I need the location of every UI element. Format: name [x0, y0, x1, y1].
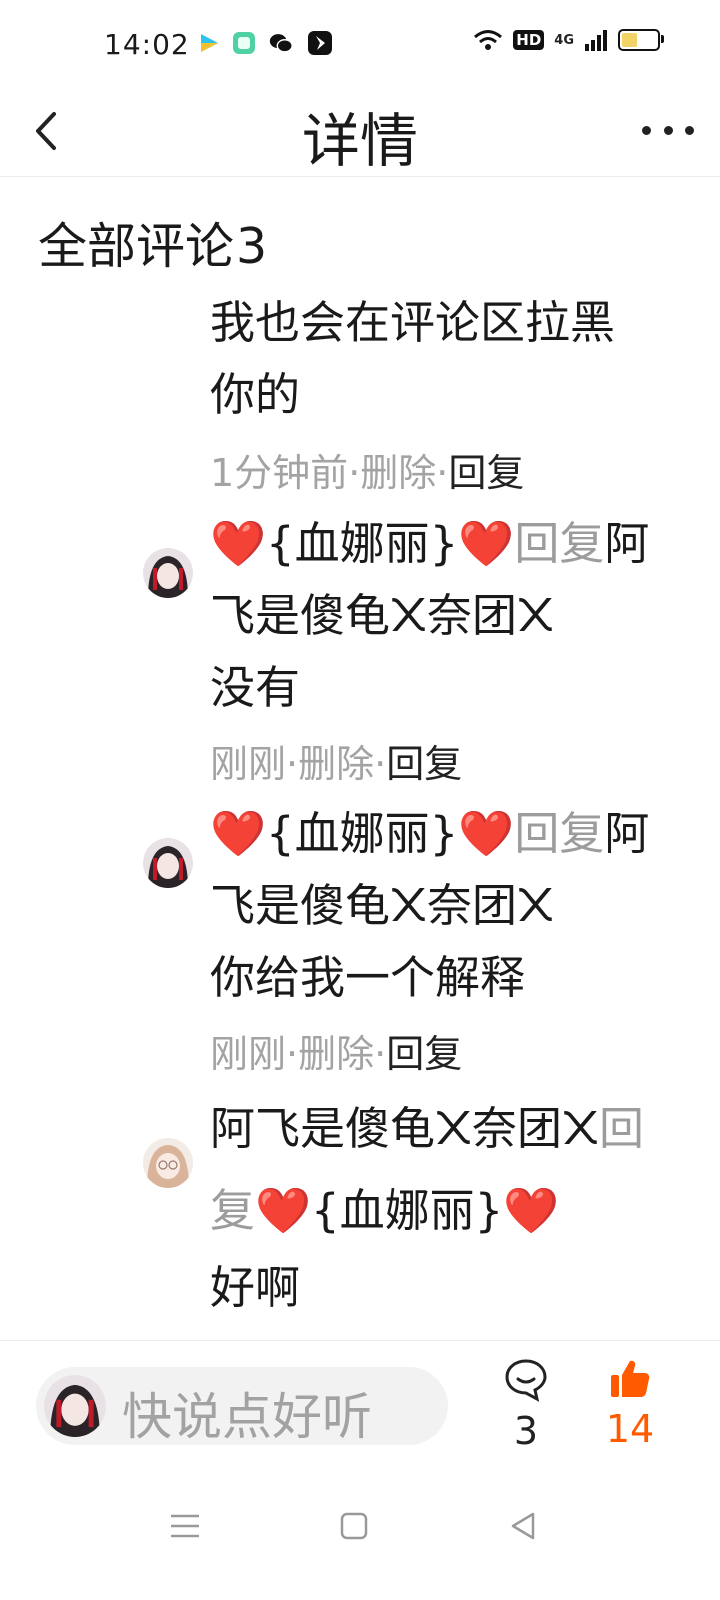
comment-line: 你的: [210, 368, 301, 421]
comment-author[interactable]: 阿飞是傻龟᙭奈团᙭: [210, 1102, 599, 1155]
more-options-icon[interactable]: [642, 118, 694, 142]
comment-line: ❤️{血娜丽}❤️回复阿: [210, 798, 670, 870]
network-label: 4G: [554, 32, 574, 48]
reply-button[interactable]: 回复: [386, 742, 462, 786]
battery-level: [622, 33, 638, 47]
note-app-icon: [233, 32, 255, 54]
app-header: 详情: [0, 88, 720, 177]
comment-total: 3: [236, 218, 268, 275]
comment-3-meta: 刚刚·删除·回复: [210, 1032, 463, 1076]
comment-input[interactable]: 快说点好听: [36, 1367, 448, 1446]
comment-2-meta: 刚刚·删除·回复: [210, 742, 463, 786]
comment-3-text: ❤️{血娜丽}❤️回复阿 飞是傻龟᙭奈团᙭ 你给我一个解释: [210, 798, 670, 1014]
wifi-icon: [474, 30, 503, 50]
status-time: 14:02: [104, 28, 190, 61]
reply-word-cont: 复: [210, 1184, 256, 1237]
reply-button[interactable]: 回复: [386, 1032, 462, 1076]
comment-count: 3: [513, 1409, 539, 1453]
comment-line: 阿飞是傻龟᙭奈团᙭回: [210, 1088, 670, 1170]
comment-4-text: 阿飞是傻龟᙭奈团᙭回 复❤️{血娜丽}❤️ 好啊: [210, 1088, 670, 1324]
reply-target-cont[interactable]: 飞是傻龟᙭奈团᙭: [210, 580, 670, 652]
bird-app-icon: [308, 31, 332, 55]
comment-line: 复❤️{血娜丽}❤️: [210, 1170, 670, 1252]
page-title: 详情: [301, 107, 418, 175]
reply-word: 回: [598, 1102, 644, 1155]
comment-1-meta: 1分钟前·删除·回复: [210, 451, 525, 495]
reply-word: 回复: [514, 517, 605, 570]
delete-button[interactable]: 删除: [298, 1032, 374, 1076]
comment-time: 1分钟前: [210, 451, 349, 495]
user-avatar: [44, 1375, 106, 1437]
comment-author[interactable]: ❤️{血娜丽}❤️: [210, 807, 514, 860]
like-button[interactable]: 14: [598, 1357, 662, 1451]
wechat-icon: [269, 34, 293, 53]
comment-time: 刚刚: [210, 742, 287, 786]
comment-1-text: 我也会在评论区拉黑 你的: [210, 287, 670, 431]
avatar[interactable]: [143, 548, 193, 598]
reply-target[interactable]: 阿: [604, 807, 649, 860]
input-placeholder: 快说点好听: [122, 1388, 372, 1446]
section-title-label: 全部评论: [38, 218, 235, 275]
reply-target-cont[interactable]: 飞是傻龟᙭奈团᙭: [210, 870, 670, 942]
system-nav-bar: [0, 1470, 720, 1600]
status-indicators: HD 4G: [473, 28, 664, 52]
comment-body: 你给我一个解释: [210, 951, 526, 1004]
comment-time: 刚刚: [210, 1032, 287, 1076]
comment-line: ❤️{血娜丽}❤️回复阿: [210, 508, 670, 580]
reply-target[interactable]: ❤️{血娜丽}❤️: [255, 1184, 559, 1237]
comment-author[interactable]: ❤️{血娜丽}❤️: [210, 517, 514, 570]
delete-button[interactable]: 删除: [298, 742, 374, 786]
comment-count-button[interactable]: 3: [498, 1357, 554, 1453]
comment-2-text: ❤️{血娜丽}❤️回复阿 飞是傻龟᙭奈团᙭ 没有: [210, 508, 670, 724]
comment-line: 我也会在评论区拉黑: [210, 296, 616, 349]
back-nav-icon[interactable]: [503, 1506, 543, 1546]
battery-icon: [618, 29, 664, 51]
avatar[interactable]: [143, 1138, 193, 1188]
video-app-icon: [201, 34, 218, 52]
reply-target[interactable]: 阿: [604, 517, 649, 570]
avatar[interactable]: [143, 838, 193, 888]
menu-nav-icon[interactable]: [165, 1506, 205, 1546]
reply-button[interactable]: 回复: [448, 451, 524, 495]
comment-body: 没有: [210, 661, 301, 714]
comment-bubble-icon: [505, 1359, 547, 1402]
bottom-action-bar: 快说点好听 3 14: [0, 1340, 720, 1471]
thumbs-up-icon: [611, 1360, 650, 1397]
signal-icon: [585, 30, 607, 51]
status-bar: 14:02 HD 4G: [0, 0, 720, 88]
reply-word: 回复: [514, 807, 605, 860]
hd-badge: HD: [513, 30, 545, 50]
comments-section-title: 全部评论3: [38, 207, 267, 278]
comment-body: 好啊: [210, 1261, 301, 1314]
like-count: 14: [605, 1407, 655, 1451]
home-nav-icon[interactable]: [334, 1506, 374, 1546]
delete-button[interactable]: 删除: [360, 451, 436, 495]
